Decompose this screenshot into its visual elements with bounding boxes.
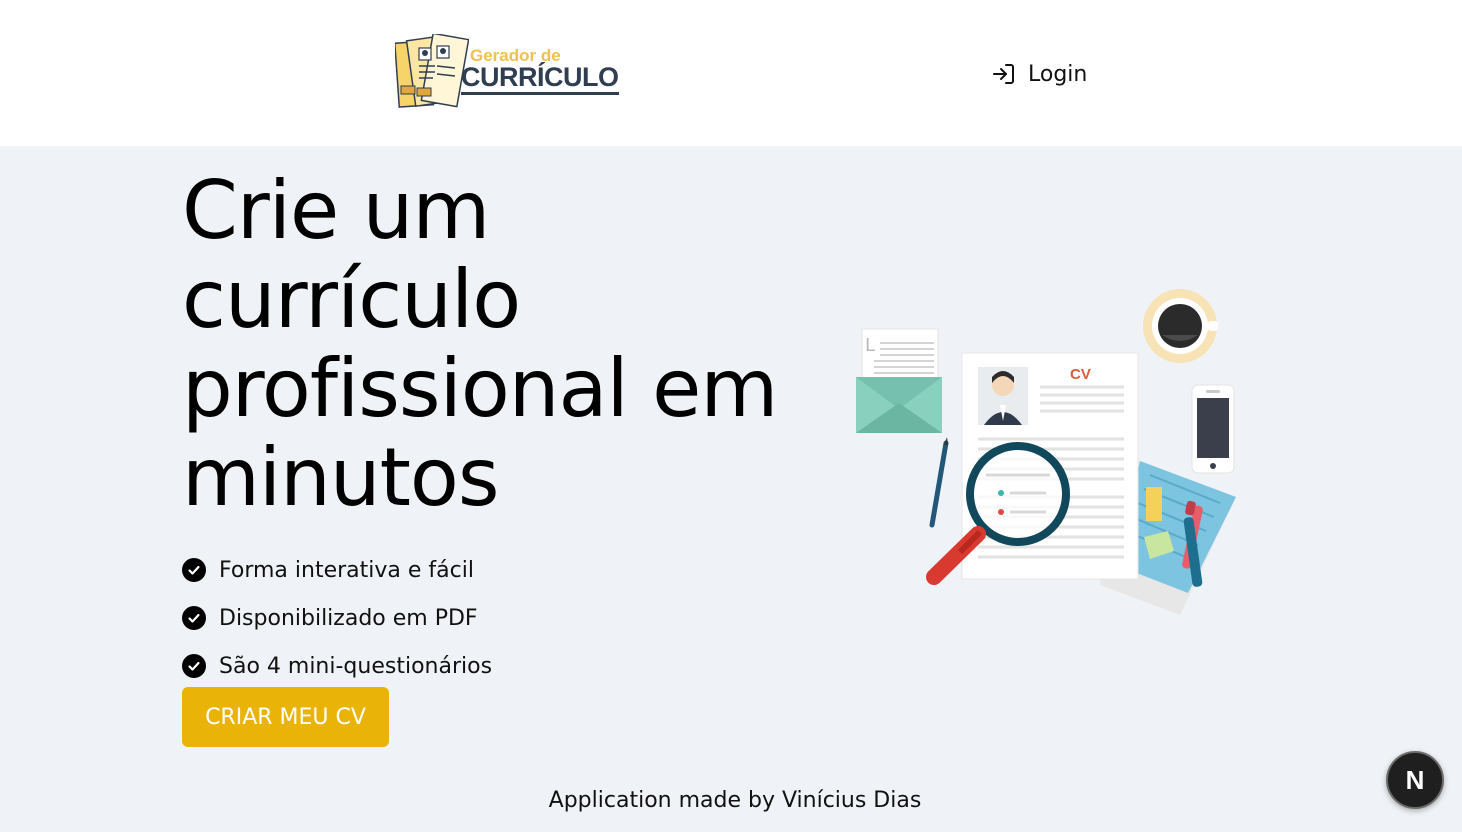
check-circle-icon <box>182 606 206 630</box>
resume-stack-icon <box>395 34 469 108</box>
footer-credit: Application made by Vinícius Dias <box>548 788 922 813</box>
check-circle-icon <box>182 654 206 678</box>
feature-text: São 4 mini-questionários <box>219 653 493 679</box>
create-cv-button[interactable]: CRIAR MEU CV <box>182 687 389 747</box>
login-icon <box>993 64 1014 84</box>
feature-item: Disponibilizado em PDF <box>182 594 492 642</box>
login-label: Login <box>1028 61 1088 87</box>
envelope-icon: L <box>856 328 942 433</box>
dev-tools-badge[interactable]: N <box>1386 751 1444 809</box>
svg-text:L: L <box>865 335 875 356</box>
feature-item: São 4 mini-questionários <box>182 642 492 690</box>
feature-text: Forma interativa e fácil <box>219 557 474 583</box>
hero-title: Crie um currículo profissional em minuto… <box>182 164 778 524</box>
login-button[interactable]: Login <box>992 58 1087 90</box>
pencil-icon <box>929 437 949 528</box>
next-logo-icon: N <box>1405 764 1425 795</box>
feature-item: Forma interativa e fácil <box>182 546 492 594</box>
feature-list: Forma interativa e fácil Disponibilizado… <box>182 546 492 690</box>
cv-review-illustration: L CV <box>856 289 1236 615</box>
logo[interactable]: Gerador de CURRÍCULO <box>395 34 619 112</box>
top-header: Gerador de CURRÍCULO Login <box>0 0 1462 146</box>
logo-line2: CURRÍCULO <box>461 62 619 95</box>
svg-text:CV: CV <box>1070 366 1091 383</box>
check-circle-icon <box>182 558 206 582</box>
feature-text: Disponibilizado em PDF <box>219 605 478 631</box>
phone-icon <box>1191 384 1235 474</box>
coffee-cup-icon <box>1143 289 1218 363</box>
